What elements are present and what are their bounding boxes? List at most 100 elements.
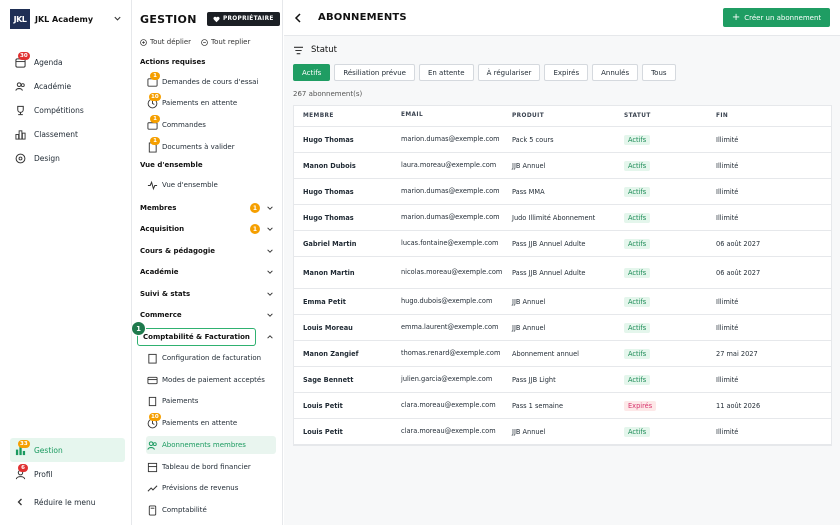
- table-row[interactable]: Louis Petit clara.moreau@exemple.com JJB A…: [294, 419, 831, 445]
- group-acquisition[interactable]: Acquisition 1: [140, 221, 274, 237]
- calendar-icon: 30: [14, 52, 30, 68]
- filter-tous[interactable]: Tous: [642, 64, 676, 81]
- activity-icon: [146, 179, 158, 191]
- create-subscription-button[interactable]: + Créer un abonnement: [723, 8, 830, 27]
- action-label: Commandes: [162, 121, 206, 129]
- chevron-up-icon: [267, 335, 273, 339]
- cell-email: clara.moreau@exemple.com: [401, 427, 496, 436]
- group-label: Cours & pédagogie: [140, 247, 215, 255]
- table-row[interactable]: Hugo Thomas marion.dumas@exemple.com Pass …: [294, 179, 831, 205]
- table-row[interactable]: Hugo Thomas marion.dumas@exemple.com Judo …: [294, 205, 831, 231]
- cell-end: Illimité: [716, 427, 739, 436]
- billing-subscriptions[interactable]: Abonnements membres: [146, 436, 276, 454]
- group-comptabilite[interactable]: Comptabilité & Facturation: [137, 328, 274, 346]
- status-badge: Actifs: [624, 296, 651, 307]
- cell-member: Gabriel Martin: [303, 239, 357, 248]
- billing-accounting[interactable]: Comptabilité: [146, 501, 276, 519]
- collapse-menu-button[interactable]: Réduire le menu: [10, 490, 125, 514]
- nav-label: Gestion: [34, 445, 63, 455]
- table-row[interactable]: Sage Bennett julien.garcia@exemple.com Pas…: [294, 367, 831, 393]
- group-suivi[interactable]: Suivi & stats: [140, 286, 274, 302]
- filter-resiliation[interactable]: Résiliation prévue: [334, 64, 415, 81]
- group-commerce[interactable]: Commerce: [140, 307, 274, 323]
- table-row[interactable]: Louis Petit clara.moreau@exemple.com Pass …: [294, 393, 831, 419]
- cell-product: Pass JJB Light: [512, 375, 556, 384]
- filter-expires[interactable]: Expirés: [544, 64, 589, 81]
- table-row[interactable]: Hugo Thomas marion.dumas@exemple.com Pack …: [294, 127, 831, 153]
- billing-label: Configuration de facturation: [162, 354, 262, 362]
- action-pending-payments[interactable]: 10 Paiements en attente: [146, 93, 276, 112]
- nav-gestion[interactable]: 33 Gestion: [10, 438, 125, 462]
- brand[interactable]: JKL JKL Academy: [10, 9, 93, 29]
- table-row[interactable]: Gabriel Martin lucas.fontaine@exemple.com…: [294, 231, 831, 257]
- gestion-panel: GESTION PROPRIÉTAIRE Tout déplier Tout r…: [131, 0, 283, 525]
- cell-member: Louis Petit: [303, 427, 343, 436]
- filter-actifs[interactable]: Actifs: [293, 64, 331, 81]
- back-arrow-icon[interactable]: [292, 12, 304, 24]
- nav-classement[interactable]: Classement: [10, 122, 125, 146]
- cell-product: JJB Annuel: [512, 427, 546, 436]
- ranking-icon: [14, 128, 26, 140]
- cell-status: Actifs: [624, 348, 716, 359]
- status-badge: Actifs: [624, 238, 651, 249]
- group-academie[interactable]: Académie: [140, 264, 274, 280]
- filter-en-attente[interactable]: En attente: [418, 64, 474, 81]
- billing-forecasts[interactable]: Prévisions de revenus: [146, 479, 276, 497]
- col-email[interactable]: EMAIL: [401, 112, 512, 120]
- action-orders[interactable]: 1 Commandes: [146, 115, 276, 134]
- filter-a-regulariser[interactable]: À régulariser: [477, 64, 541, 81]
- group-label: Membres: [140, 204, 177, 212]
- billing-badge: 10: [149, 413, 161, 421]
- nav-profil[interactable]: 6 Profil: [10, 462, 125, 486]
- billing-payments[interactable]: Paiements: [146, 392, 276, 410]
- table-row[interactable]: Manon Dubois laura.moreau@exemple.com JJB …: [294, 153, 831, 179]
- cell-product: Pass MMA: [512, 187, 545, 196]
- group-membres[interactable]: Membres 1: [140, 200, 274, 216]
- billing-config[interactable]: Configuration de facturation: [146, 349, 276, 367]
- cell-product: JJB Annuel: [512, 161, 546, 170]
- users-icon: [146, 439, 158, 451]
- table-row[interactable]: Manon Zangief thomas.renard@exemple.com Ab…: [294, 341, 831, 367]
- palette-icon: [14, 152, 26, 164]
- status-badge: Expirés: [624, 400, 657, 411]
- cell-end: 06 août 2027: [716, 239, 761, 248]
- action-trial-requests[interactable]: 1 Demandes de cours d'essai: [146, 72, 276, 91]
- nav-competitions[interactable]: Compétitions: [10, 98, 125, 122]
- billing-pending-payments[interactable]: 10 Paiements en attente: [146, 413, 276, 432]
- table-row[interactable]: Manon Martin nicolas.moreau@exemple.com Pa…: [294, 257, 831, 289]
- col-product[interactable]: PRODUIT: [512, 113, 624, 119]
- table-row[interactable]: Emma Petit hugo.dubois@exemple.com JJB Ann…: [294, 289, 831, 315]
- panel-title: GESTION: [140, 13, 197, 26]
- billing-dashboard[interactable]: Tableau de bord financier: [146, 458, 276, 476]
- chevron-down-icon[interactable]: [113, 14, 122, 23]
- cell-product: JJB Annuel: [512, 297, 546, 306]
- col-status[interactable]: STATUT: [624, 113, 716, 119]
- cell-email: emma.laurent@exemple.com: [401, 323, 499, 332]
- col-end[interactable]: FIN: [716, 113, 826, 119]
- col-member[interactable]: MEMBRE: [294, 113, 401, 119]
- action-documents[interactable]: 1 Documents à valider: [146, 137, 276, 156]
- nav-label: Profil: [34, 469, 53, 479]
- overview-item[interactable]: Vue d'ensemble: [146, 176, 276, 194]
- nav-design[interactable]: Design: [10, 146, 125, 170]
- group-cours[interactable]: Cours & pédagogie: [140, 243, 274, 259]
- nav-academie[interactable]: Académie: [10, 74, 125, 98]
- collapse-all-button[interactable]: Tout replier: [201, 38, 250, 46]
- status-filters: Actifs Résiliation prévue En attente À r…: [293, 64, 676, 81]
- filter-annules[interactable]: Annulés: [592, 64, 639, 81]
- nav-agenda[interactable]: 30 Agenda: [10, 50, 125, 74]
- status-badge: Actifs: [624, 160, 651, 171]
- plus-icon: +: [731, 11, 741, 23]
- cell-status: Actifs: [624, 374, 716, 385]
- table-row[interactable]: Louis Moreau emma.laurent@exemple.com JJB …: [294, 315, 831, 341]
- expand-all-button[interactable]: Tout déplier: [140, 38, 191, 46]
- dashboard-icon: [146, 461, 158, 473]
- owner-badge-label: PROPRIÉTAIRE: [223, 16, 274, 22]
- status-badge: Actifs: [624, 212, 651, 223]
- billing-payment-modes[interactable]: Modes de paiement acceptés: [146, 371, 276, 389]
- clock-icon: 10: [146, 93, 161, 109]
- gestion-icon: 33: [14, 440, 30, 456]
- plus-circle-icon: [140, 38, 147, 46]
- cell-product: Pass 1 semaine: [512, 401, 564, 410]
- group-label: Commerce: [140, 311, 182, 319]
